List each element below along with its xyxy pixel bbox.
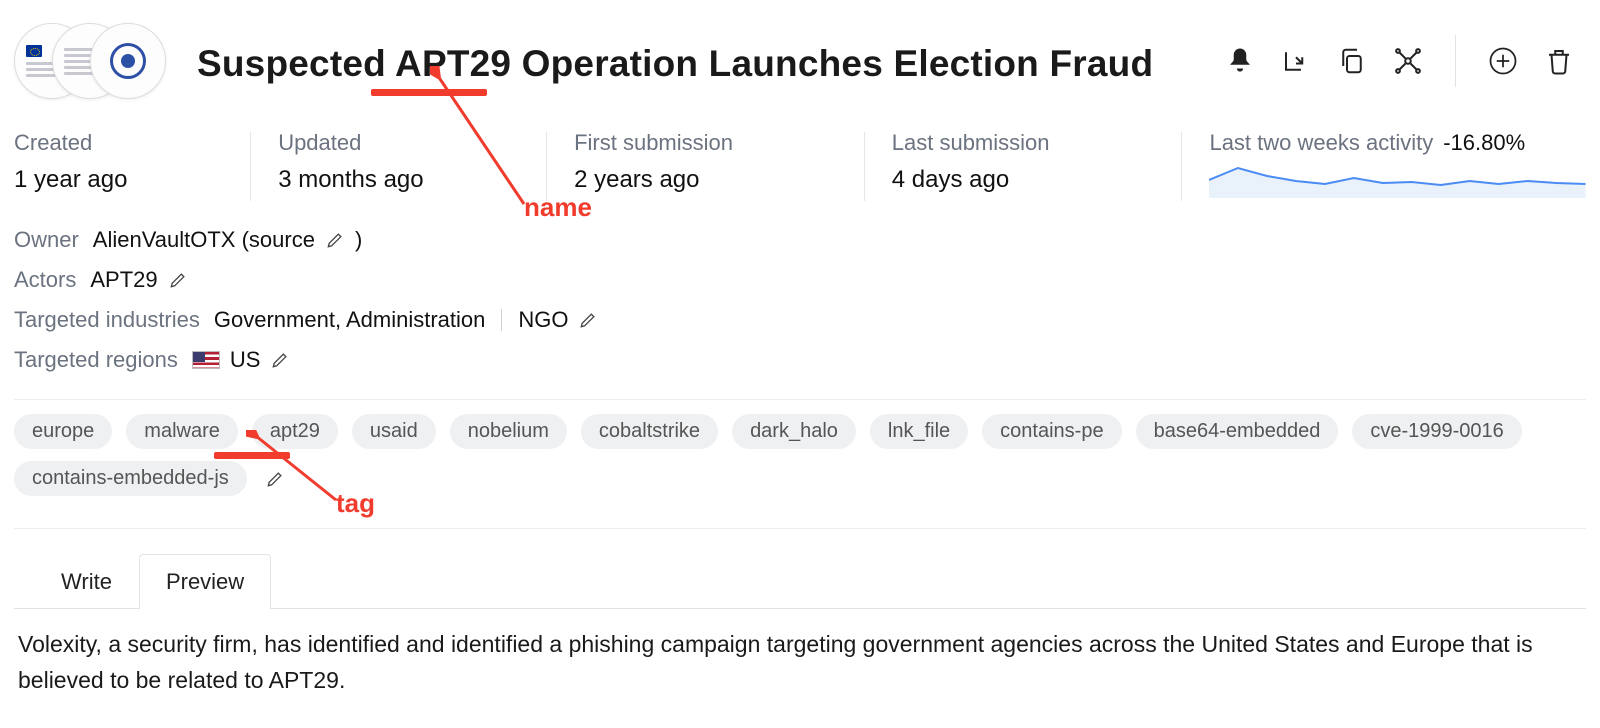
tag-cobaltstrike[interactable]: cobaltstrike	[581, 414, 718, 449]
meta-first-value: 2 years ago	[574, 166, 826, 194]
attr-actors: Actors APT29	[14, 267, 1586, 293]
separator	[501, 309, 502, 331]
tags-section: europe malware apt29 usaid nobelium cobaltstr…	[14, 399, 1586, 529]
title-area: Suspected APT29 Operation Launches Elect…	[197, 37, 1197, 85]
toolbar-divider	[1455, 35, 1456, 87]
bell-icon[interactable]	[1225, 46, 1255, 76]
tag-contains-embedded-js[interactable]: contains-embedded-js	[14, 461, 247, 496]
attr-actors-label: Actors	[14, 267, 76, 293]
graph-icon[interactable]	[1393, 46, 1423, 76]
pencil-icon[interactable]	[270, 350, 290, 370]
trash-icon[interactable]	[1544, 46, 1574, 76]
tag-dark_halo[interactable]: dark_halo	[732, 414, 856, 449]
meta-activity-pct: -16.80%	[1443, 130, 1525, 156]
tag-cve-1999-0016[interactable]: cve-1999-0016	[1352, 414, 1521, 449]
editor-tabs: Write Preview	[14, 553, 1586, 609]
tag-usaid[interactable]: usaid	[352, 414, 436, 449]
export-icon[interactable]	[1281, 46, 1311, 76]
tag-nobelium[interactable]: nobelium	[450, 414, 567, 449]
pencil-icon[interactable]	[265, 469, 285, 489]
meta-first-label: First submission	[574, 130, 826, 156]
pencil-icon[interactable]	[168, 270, 188, 290]
page-title: Suspected APT29 Operation Launches Elect…	[197, 43, 1197, 85]
meta-updated-value: 3 months ago	[278, 166, 508, 194]
meta-last-label: Last submission	[892, 130, 1144, 156]
attr-ti-value-2: NGO	[518, 307, 568, 333]
activity-sparkline	[1209, 162, 1586, 198]
header-toolbar	[1225, 35, 1586, 87]
thumb-doc-3	[90, 23, 166, 99]
attr-tr-label: Targeted regions	[14, 347, 178, 373]
attr-ti-label: Targeted industries	[14, 307, 200, 333]
annotation-underline-name	[371, 89, 487, 96]
meta-created-label: Created	[14, 130, 212, 156]
attr-tr-value: US	[230, 347, 261, 373]
meta-activity: Last two weeks activity -16.80%	[1181, 130, 1586, 203]
attr-ti-value-1: Government, Administration	[214, 307, 485, 333]
annotation-underline-tag	[214, 452, 290, 459]
meta-updated-label: Updated	[278, 130, 508, 156]
tab-preview[interactable]: Preview	[139, 554, 271, 609]
attr-owner-value-suffix: )	[355, 227, 362, 253]
attr-owner: Owner AlienVaultOTX (source )	[14, 227, 1586, 253]
tag-apt29[interactable]: apt29	[252, 414, 338, 449]
meta-activity-label: Last two weeks activity	[1209, 130, 1433, 156]
tag-europe[interactable]: europe	[14, 414, 112, 449]
meta-first-submission: First submission 2 years ago	[546, 130, 864, 203]
meta-created: Created 1 year ago	[14, 130, 250, 203]
flag-us-icon	[192, 351, 220, 369]
header-row: Suspected APT29 Operation Launches Elect…	[14, 18, 1586, 104]
attr-targeted-regions: Targeted regions US	[14, 347, 1586, 373]
tag-malware[interactable]: malware	[126, 414, 238, 449]
collection-thumbs[interactable]	[14, 18, 169, 104]
tag-contains-pe[interactable]: contains-pe	[982, 414, 1121, 449]
attr-owner-label: Owner	[14, 227, 79, 253]
add-icon[interactable]	[1488, 46, 1518, 76]
pencil-icon[interactable]	[325, 230, 345, 250]
meta-updated: Updated 3 months ago	[250, 130, 546, 203]
attr-actors-value: APT29	[90, 267, 157, 293]
attr-owner-value-prefix: AlienVaultOTX (source	[93, 227, 315, 253]
meta-created-value: 1 year ago	[14, 166, 212, 194]
tag-lnk_file[interactable]: lnk_file	[870, 414, 968, 449]
description-text: Volexity, a security firm, has identifie…	[14, 627, 1586, 698]
pencil-icon[interactable]	[578, 310, 598, 330]
copy-icon[interactable]	[1337, 46, 1367, 76]
meta-last-submission: Last submission 4 days ago	[864, 130, 1182, 203]
tag-base64-embedded[interactable]: base64-embedded	[1136, 414, 1339, 449]
attribute-block: Owner AlienVaultOTX (source ) Actors APT…	[14, 227, 1586, 373]
tab-write[interactable]: Write	[34, 554, 139, 609]
attr-targeted-industries: Targeted industries Government, Administ…	[14, 307, 1586, 333]
meta-last-value: 4 days ago	[892, 166, 1144, 194]
meta-row: Created 1 year ago Updated 3 months ago …	[14, 130, 1586, 203]
